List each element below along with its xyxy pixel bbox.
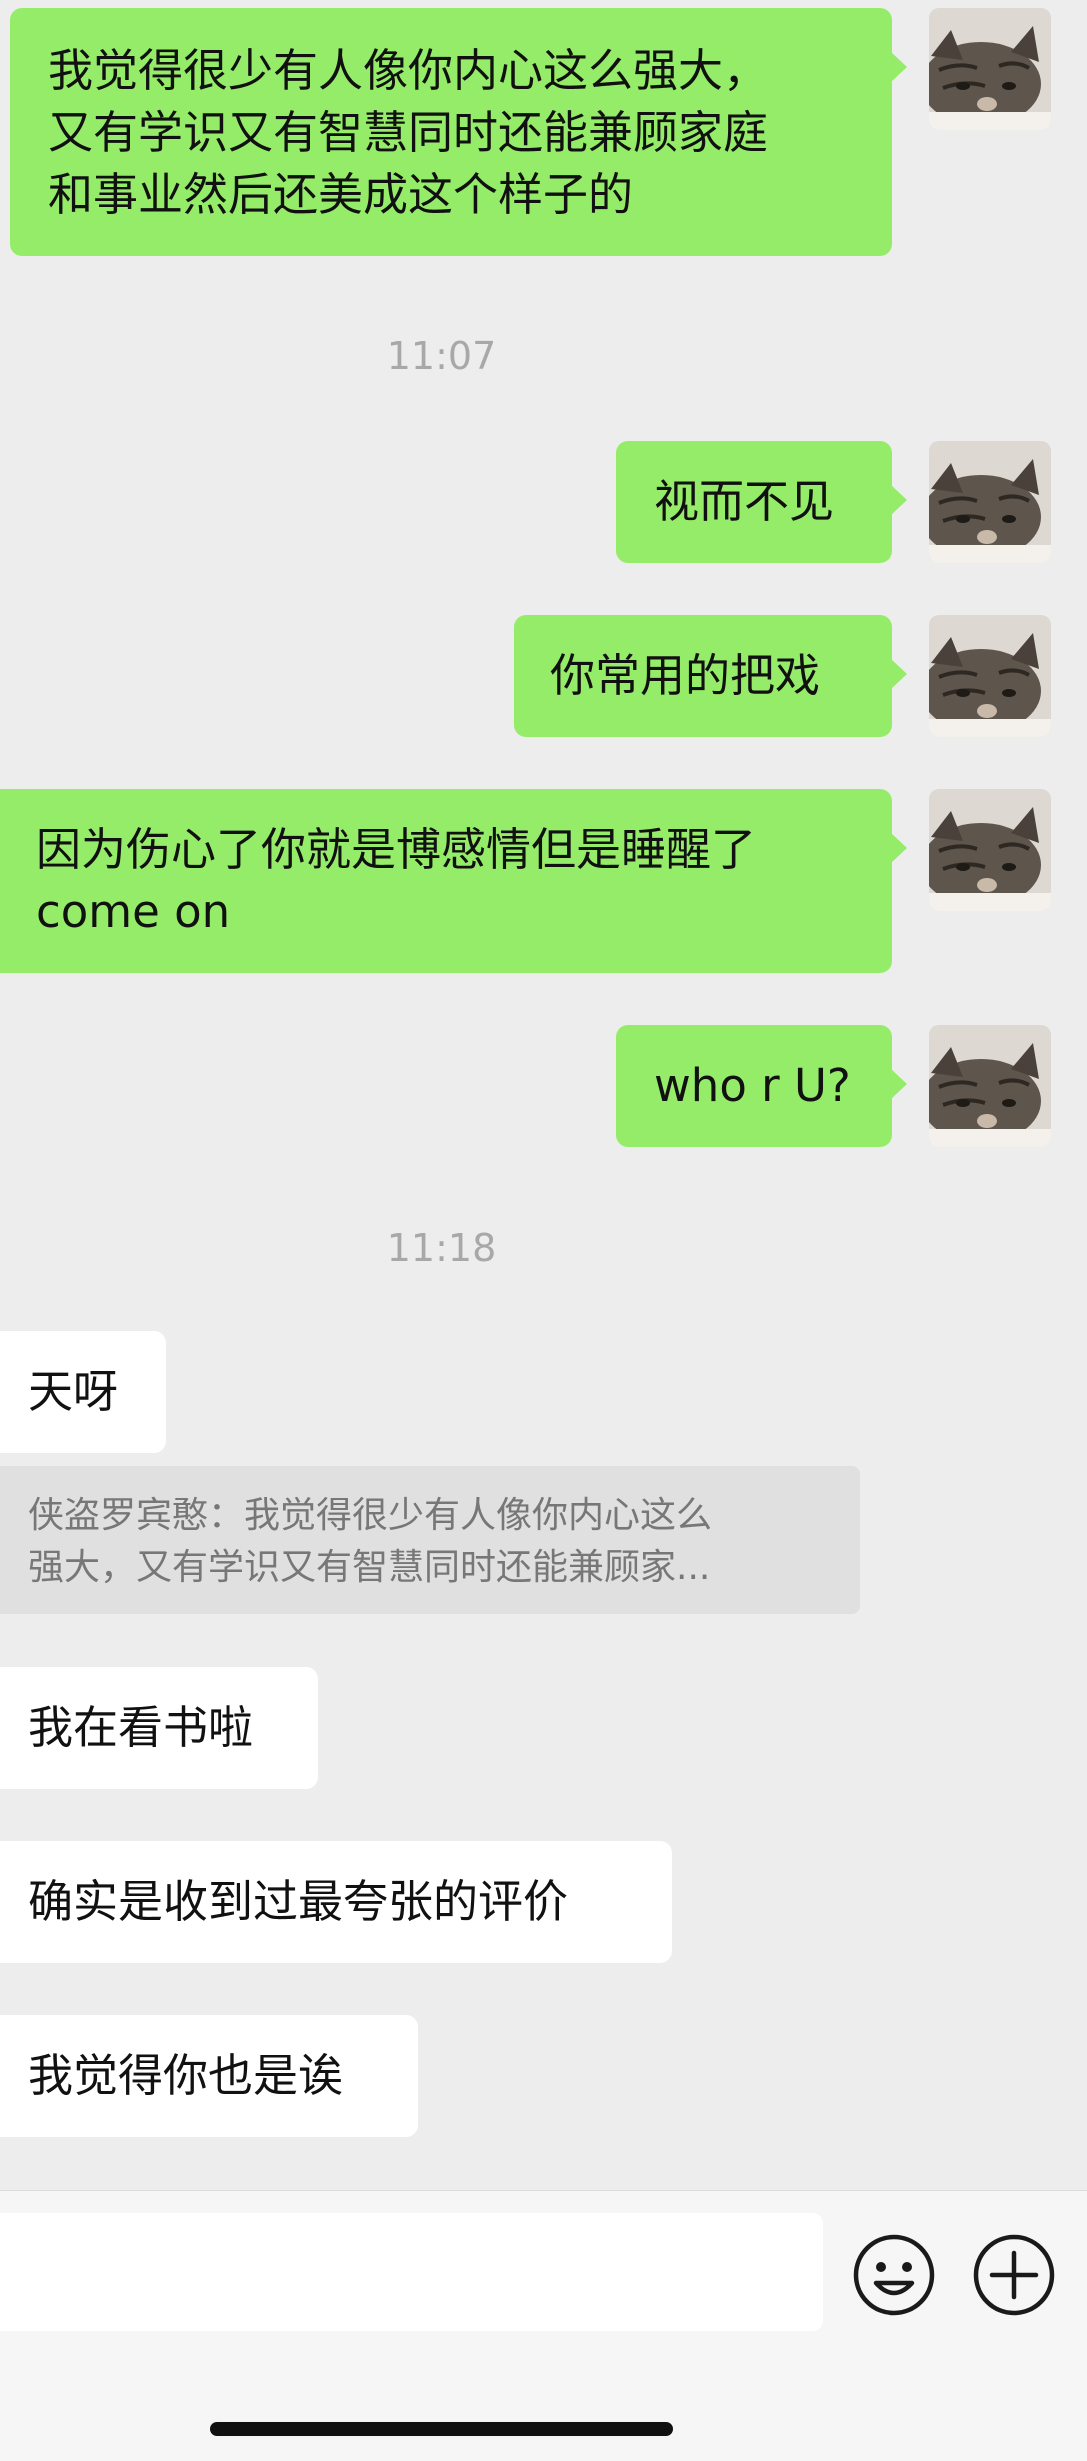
message-text: who r U? <box>654 1059 851 1112</box>
message-line: 和事业然后还美成这个样子的 <box>48 168 634 221</box>
cat-avatar-icon <box>929 441 1051 563</box>
outgoing-message[interactable]: 因为伤心了你就是博感情但是睡醒了 come on <box>0 789 907 973</box>
input-bar <box>0 2190 1087 2461</box>
message-line: 我觉得很少有人像你内心这么强大， <box>48 44 769 97</box>
timestamp: 11:07 <box>386 334 497 378</box>
avatar[interactable] <box>929 1025 1051 1147</box>
quote-line: 侠盗罗宾憨：我觉得很少有人像你内心这么 <box>28 1495 713 1536</box>
quote-line: 强大，又有学识又有智慧同时还能兼顾家... <box>28 1547 711 1588</box>
emoji-icon <box>853 2234 935 2316</box>
message-text: 天呀 <box>28 1365 119 1418</box>
cat-avatar-icon <box>929 789 1051 911</box>
timestamp: 11:18 <box>386 1226 497 1270</box>
emoji-button[interactable] <box>852 2233 936 2317</box>
message-text: 确实是收到过最夸张的评价 <box>28 1875 569 1928</box>
incoming-message[interactable]: 天呀 <box>0 1331 166 1453</box>
message-line: come on <box>36 885 231 938</box>
avatar[interactable] <box>929 615 1051 737</box>
outgoing-message[interactable]: 视而不见 <box>616 441 907 563</box>
avatar[interactable] <box>929 789 1051 911</box>
quoted-message[interactable]: 侠盗罗宾憨：我觉得很少有人像你内心这么 强大，又有学识又有智慧同时还能兼顾家..… <box>0 1466 860 1614</box>
incoming-message[interactable]: 确实是收到过最夸张的评价 <box>0 1841 672 1963</box>
outgoing-message[interactable]: 我觉得很少有人像你内心这么强大， 又有学识又有智慧同时还能兼顾家庭 和事业然后还… <box>10 8 907 256</box>
chat-area[interactable]: 我觉得很少有人像你内心这么强大， 又有学识又有智慧同时还能兼顾家庭 和事业然后还… <box>0 0 1087 2190</box>
cat-avatar-icon <box>929 615 1051 737</box>
message-input[interactable] <box>0 2213 823 2331</box>
outgoing-message[interactable]: who r U? <box>616 1025 907 1147</box>
more-button[interactable] <box>972 2233 1056 2317</box>
avatar[interactable] <box>929 441 1051 563</box>
plus-icon <box>973 2234 1055 2316</box>
avatar[interactable] <box>929 8 1051 130</box>
home-indicator[interactable] <box>210 2422 673 2436</box>
incoming-message[interactable]: 我在看书啦 <box>0 1667 318 1789</box>
message-text: 我觉得你也是诶 <box>28 2049 344 2102</box>
message-line: 因为伤心了你就是博感情但是睡醒了 <box>36 823 757 876</box>
incoming-message[interactable]: 我觉得你也是诶 <box>0 2015 418 2137</box>
cat-avatar-icon <box>929 1025 1051 1147</box>
message-text: 你常用的把戏 <box>550 649 821 702</box>
message-text: 视而不见 <box>654 475 835 528</box>
cat-avatar-icon <box>929 8 1051 130</box>
message-text: 我在看书啦 <box>28 1701 254 1754</box>
outgoing-message[interactable]: 你常用的把戏 <box>514 615 907 737</box>
message-line: 又有学识又有智慧同时还能兼顾家庭 <box>48 106 769 159</box>
